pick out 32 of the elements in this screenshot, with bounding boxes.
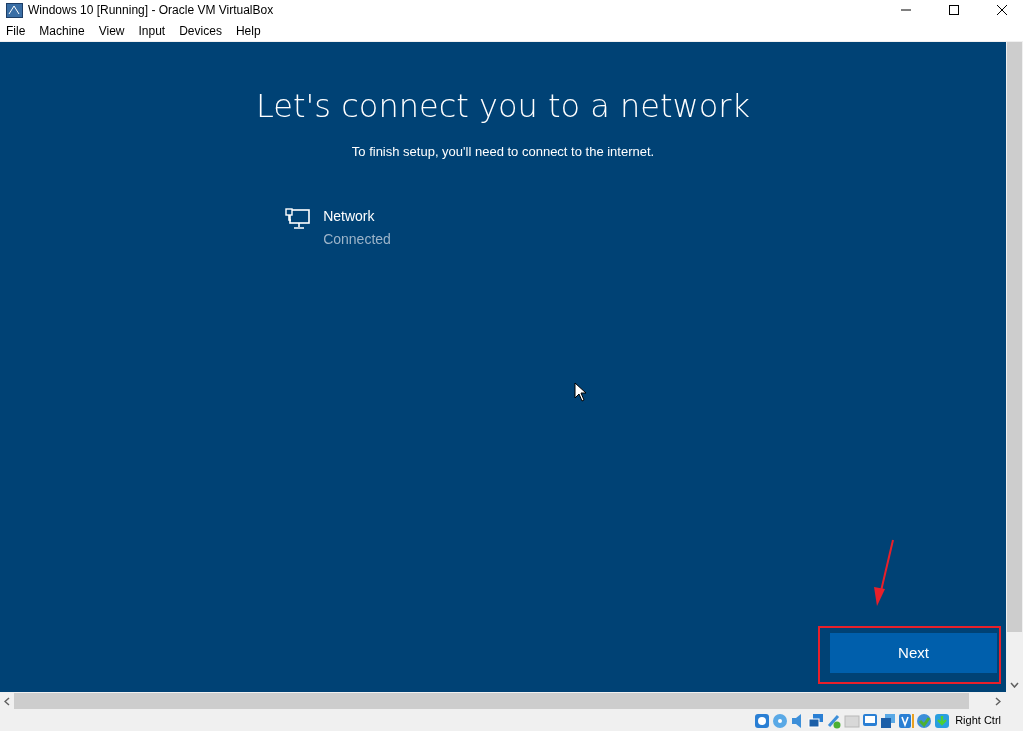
page-heading: Let's connect you to a network — [256, 86, 750, 127]
menu-item[interactable]: Devices — [179, 21, 222, 40]
windows-icon[interactable] — [880, 712, 897, 729]
menu-item[interactable]: Help — [235, 21, 261, 40]
host-key-label: Right Ctrl — [955, 713, 1001, 729]
optical-disc-icon[interactable] — [772, 712, 789, 729]
next-button[interactable]: Next — [830, 633, 997, 673]
window-title: Windows 10 [Running] - Oracle VM VirtualBox — [28, 2, 274, 19]
menu-item[interactable]: View — [98, 21, 125, 40]
scroll-left-icon[interactable] — [4, 696, 10, 706]
display-icon[interactable] — [862, 712, 879, 729]
v-icon[interactable] — [898, 712, 915, 729]
close-icon[interactable] — [997, 5, 1007, 15]
vertical-scrollbar[interactable] — [1006, 42, 1023, 692]
usb-icon[interactable] — [826, 712, 843, 729]
menu-item[interactable]: Input — [138, 21, 166, 40]
scroll-down-icon[interactable] — [1010, 682, 1019, 688]
scroll-thumb[interactable] — [14, 693, 969, 709]
maximize-icon[interactable] — [949, 5, 959, 15]
network-computer-icon — [285, 207, 312, 230]
network-icon[interactable] — [808, 712, 825, 729]
network-name[interactable]: Network — [323, 205, 391, 227]
download-icon[interactable] — [934, 712, 951, 729]
mouse-pointer-icon — [574, 382, 586, 402]
menu-item[interactable]: File — [6, 21, 26, 40]
scroll-right-icon[interactable] — [995, 696, 1001, 706]
annotation-arrow — [872, 539, 896, 607]
network-status: Connected — [323, 229, 391, 249]
horizontal-scrollbar[interactable] — [0, 692, 1023, 710]
page-subheading: To finish setup, you'll need to connect to the internet. — [351, 143, 655, 161]
scroll-thumb[interactable] — [1007, 42, 1022, 632]
menu-item[interactable]: Machine — [39, 21, 85, 40]
